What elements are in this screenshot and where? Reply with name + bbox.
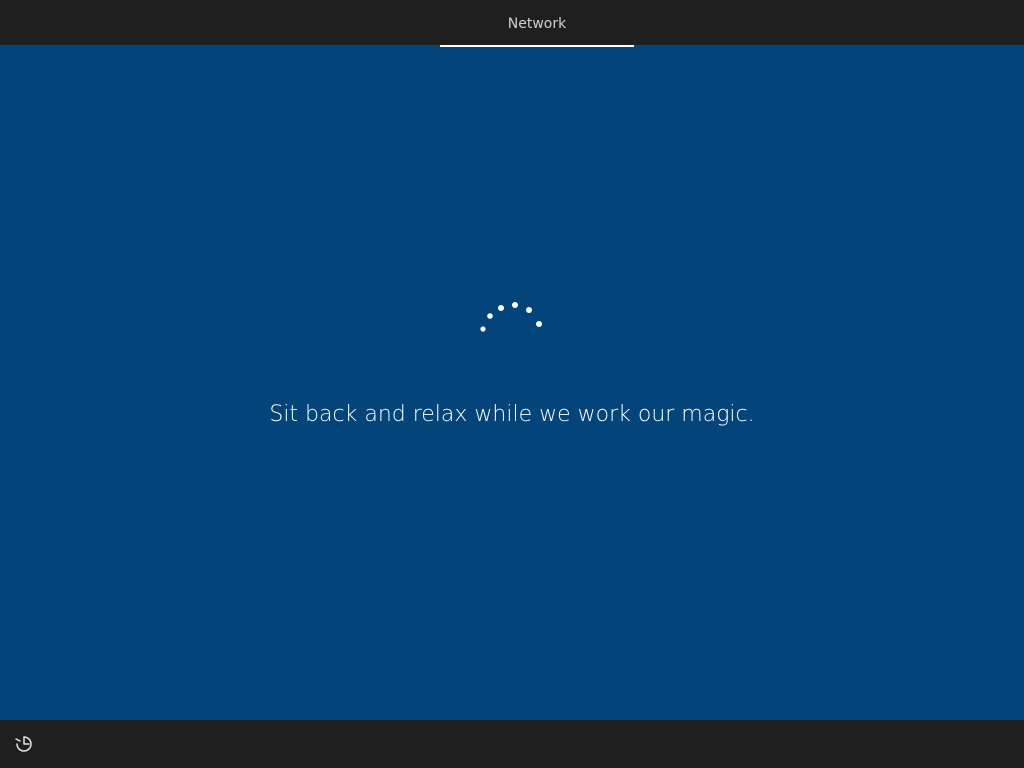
top-navigation-bar: Network bbox=[0, 0, 1024, 47]
bottom-bar bbox=[0, 720, 1024, 768]
spinner-dot bbox=[498, 305, 504, 311]
ease-of-access-icon[interactable] bbox=[12, 732, 36, 756]
tab-network[interactable]: Network bbox=[440, 0, 634, 47]
spinner-dot bbox=[536, 321, 542, 327]
loading-spinner-icon bbox=[480, 302, 542, 332]
spinner-dot bbox=[487, 313, 493, 319]
spinner-dot bbox=[512, 302, 518, 308]
tab-network-label: Network bbox=[507, 16, 567, 32]
main-content: Sit back and relax while we work our mag… bbox=[0, 46, 1024, 720]
oobe-screen: Network Sit back and relax while we work… bbox=[0, 0, 1024, 768]
status-message: Sit back and relax while we work our mag… bbox=[269, 402, 755, 427]
spinner-dot bbox=[480, 326, 486, 332]
spinner-dot bbox=[526, 307, 532, 313]
